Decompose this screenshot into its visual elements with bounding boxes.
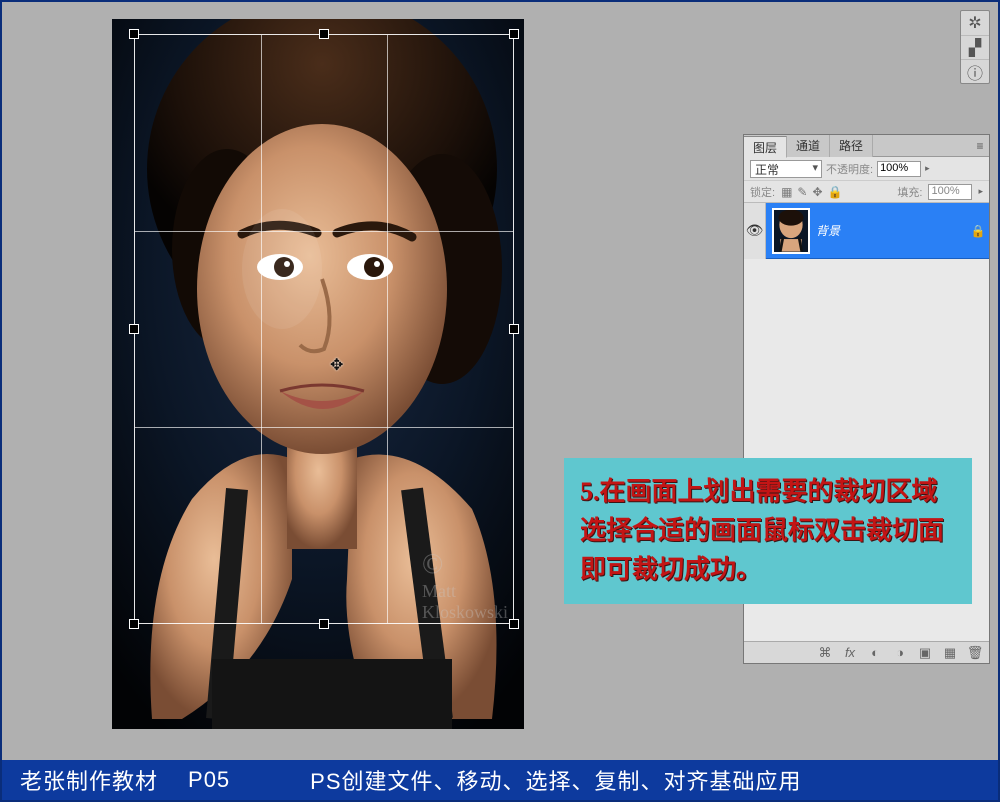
- visibility-toggle-icon[interactable]: 👁: [744, 203, 766, 259]
- layer-lock-icon: 🔒: [967, 224, 989, 238]
- trash-icon[interactable]: 🗑: [967, 645, 983, 661]
- bottom-bar: 老张制作教材 P05 PS创建文件、移动、选择、复制、对齐基础应用: [2, 760, 998, 800]
- lock-all-icon[interactable]: 🔒: [828, 185, 843, 199]
- mask-icon[interactable]: ◐: [867, 645, 883, 660]
- info-icon[interactable]: ⓘ: [961, 59, 989, 83]
- tab-layers[interactable]: 图层: [744, 136, 787, 158]
- link-layers-icon[interactable]: ⌘: [817, 645, 833, 661]
- opacity-flyout-icon[interactable]: ▸: [925, 163, 930, 174]
- panel-row-blend: 正常 不透明度: 100% ▸: [744, 157, 989, 181]
- blend-mode-select[interactable]: 正常: [750, 160, 822, 178]
- lesson-title: PS创建文件、移动、选择、复制、对齐基础应用: [310, 764, 801, 796]
- watermark-name: Matt Kloskowski: [422, 581, 508, 622]
- copyright-symbol: ©: [422, 549, 443, 580]
- fill-value[interactable]: 100%: [928, 184, 972, 200]
- fill-flyout-icon[interactable]: ▸: [978, 186, 983, 197]
- mini-palette: ✲ ▞ ⓘ: [960, 10, 990, 84]
- gear-icon[interactable]: ✲: [961, 11, 989, 35]
- histogram-icon[interactable]: ▞: [961, 35, 989, 59]
- lock-position-icon[interactable]: ✥: [812, 185, 822, 199]
- adjustment-icon[interactable]: ◑: [892, 645, 908, 660]
- layer-thumbnail[interactable]: [772, 208, 810, 254]
- lock-pixels-icon[interactable]: ✎: [797, 185, 807, 199]
- author-label: 老张制作教材: [20, 764, 158, 796]
- fx-icon[interactable]: fx: [842, 645, 858, 660]
- page-number: P05: [188, 767, 230, 793]
- tab-paths[interactable]: 路径: [830, 135, 873, 157]
- folder-icon[interactable]: ▣: [917, 645, 933, 661]
- panel-tabbar: 图层 通道 路径 ≡: [744, 135, 989, 157]
- fill-label: 填充:: [897, 184, 922, 200]
- tab-channels[interactable]: 通道: [787, 135, 830, 157]
- opacity-label: 不透明度:: [826, 161, 873, 177]
- panel-row-lock: 锁定: ▦ ✎ ✥ 🔒 填充: 100% ▸: [744, 181, 989, 203]
- instruction-callout: 5.在画面上划出需要的裁切区域选择合适的画面鼠标双击裁切面即可裁切成功。: [564, 458, 972, 604]
- document-canvas[interactable]: © Matt Kloskowski: [112, 19, 524, 729]
- instruction-text: 5.在画面上划出需要的裁切区域选择合适的画面鼠标双击裁切面即可裁切成功。: [580, 472, 956, 589]
- opacity-value[interactable]: 100%: [877, 161, 921, 177]
- panel-footer: ⌘ fx ◐ ◑ ▣ ▦ 🗑: [744, 641, 989, 663]
- panel-menu-icon[interactable]: ≡: [971, 139, 989, 153]
- layer-name[interactable]: 背景: [816, 222, 967, 239]
- new-layer-icon[interactable]: ▦: [942, 645, 958, 661]
- workspace: © Matt Kloskowski ✥ ✲ ▞ ⓘ 图层 通道 路径 ≡ 正常 …: [4, 4, 996, 760]
- lock-transparency-icon[interactable]: ▦: [781, 185, 792, 199]
- lock-label: 锁定:: [750, 184, 775, 200]
- layer-row[interactable]: 👁 背景 🔒: [744, 203, 989, 259]
- watermark: © Matt Kloskowski: [422, 549, 524, 623]
